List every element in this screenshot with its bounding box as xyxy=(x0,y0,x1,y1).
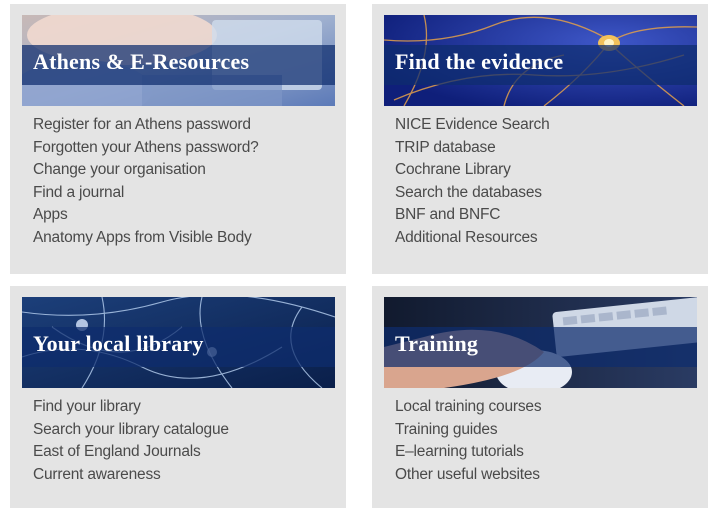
training-banner-link[interactable]: Training xyxy=(384,297,697,388)
link-register-athens[interactable]: Register for an Athens password xyxy=(33,116,251,133)
link-apps[interactable]: Apps xyxy=(33,206,68,223)
athens-banner-link[interactable]: Athens & E-Resources xyxy=(22,15,335,106)
link-cochrane-library[interactable]: Cochrane Library xyxy=(395,161,511,178)
card-title: Your local library xyxy=(33,331,204,356)
link-additional-resources[interactable]: Additional Resources xyxy=(395,229,538,246)
link-find-journal[interactable]: Find a journal xyxy=(33,184,124,201)
link-local-training-courses[interactable]: Local training courses xyxy=(395,398,542,415)
card-title: Find the evidence xyxy=(395,49,564,74)
link-nice-evidence-search[interactable]: NICE Evidence Search xyxy=(395,116,550,133)
card-title: Training xyxy=(395,331,479,356)
link-list: NICE Evidence Search TRIP database Cochr… xyxy=(395,116,550,251)
card-training: Training Local training courses Training… xyxy=(372,286,708,508)
card-title: Athens & E-Resources xyxy=(33,49,250,74)
link-list: Find your library Search your library ca… xyxy=(33,398,229,488)
card-athens-eresources: Athens & E-Resources Register for an Ath… xyxy=(10,4,346,274)
link-training-guides[interactable]: Training guides xyxy=(395,421,498,438)
link-bnf-bnfc[interactable]: BNF and BNFC xyxy=(395,206,500,223)
library-banner-link[interactable]: Your local library xyxy=(22,297,335,388)
link-find-library[interactable]: Find your library xyxy=(33,398,141,415)
link-trip-database[interactable]: TRIP database xyxy=(395,139,496,156)
link-east-england-journals[interactable]: East of England Journals xyxy=(33,443,201,460)
banner-title-bar: Training xyxy=(384,327,697,367)
banner-title-bar: Your local library xyxy=(22,327,335,367)
banner-title-bar: Athens & E-Resources xyxy=(22,45,335,85)
link-search-databases[interactable]: Search the databases xyxy=(395,184,542,201)
card-local-library: Your local library Find your library Sea… xyxy=(10,286,346,508)
link-search-catalogue[interactable]: Search your library catalogue xyxy=(33,421,229,438)
link-current-awareness[interactable]: Current awareness xyxy=(33,466,161,483)
link-list: Register for an Athens password Forgotte… xyxy=(33,116,259,251)
banner-title-bar: Find the evidence xyxy=(384,45,697,85)
evidence-banner-link[interactable]: Find the evidence xyxy=(384,15,697,106)
link-forgotten-athens-password[interactable]: Forgotten your Athens password? xyxy=(33,139,259,156)
link-elearning-tutorials[interactable]: E–learning tutorials xyxy=(395,443,524,460)
card-find-evidence: Find the evidence NICE Evidence Search T… xyxy=(372,4,708,274)
link-anatomy-apps[interactable]: Anatomy Apps from Visible Body xyxy=(33,229,252,246)
link-change-organisation[interactable]: Change your organisation xyxy=(33,161,206,178)
link-other-useful-websites[interactable]: Other useful websites xyxy=(395,466,540,483)
link-list: Local training courses Training guides E… xyxy=(395,398,542,488)
